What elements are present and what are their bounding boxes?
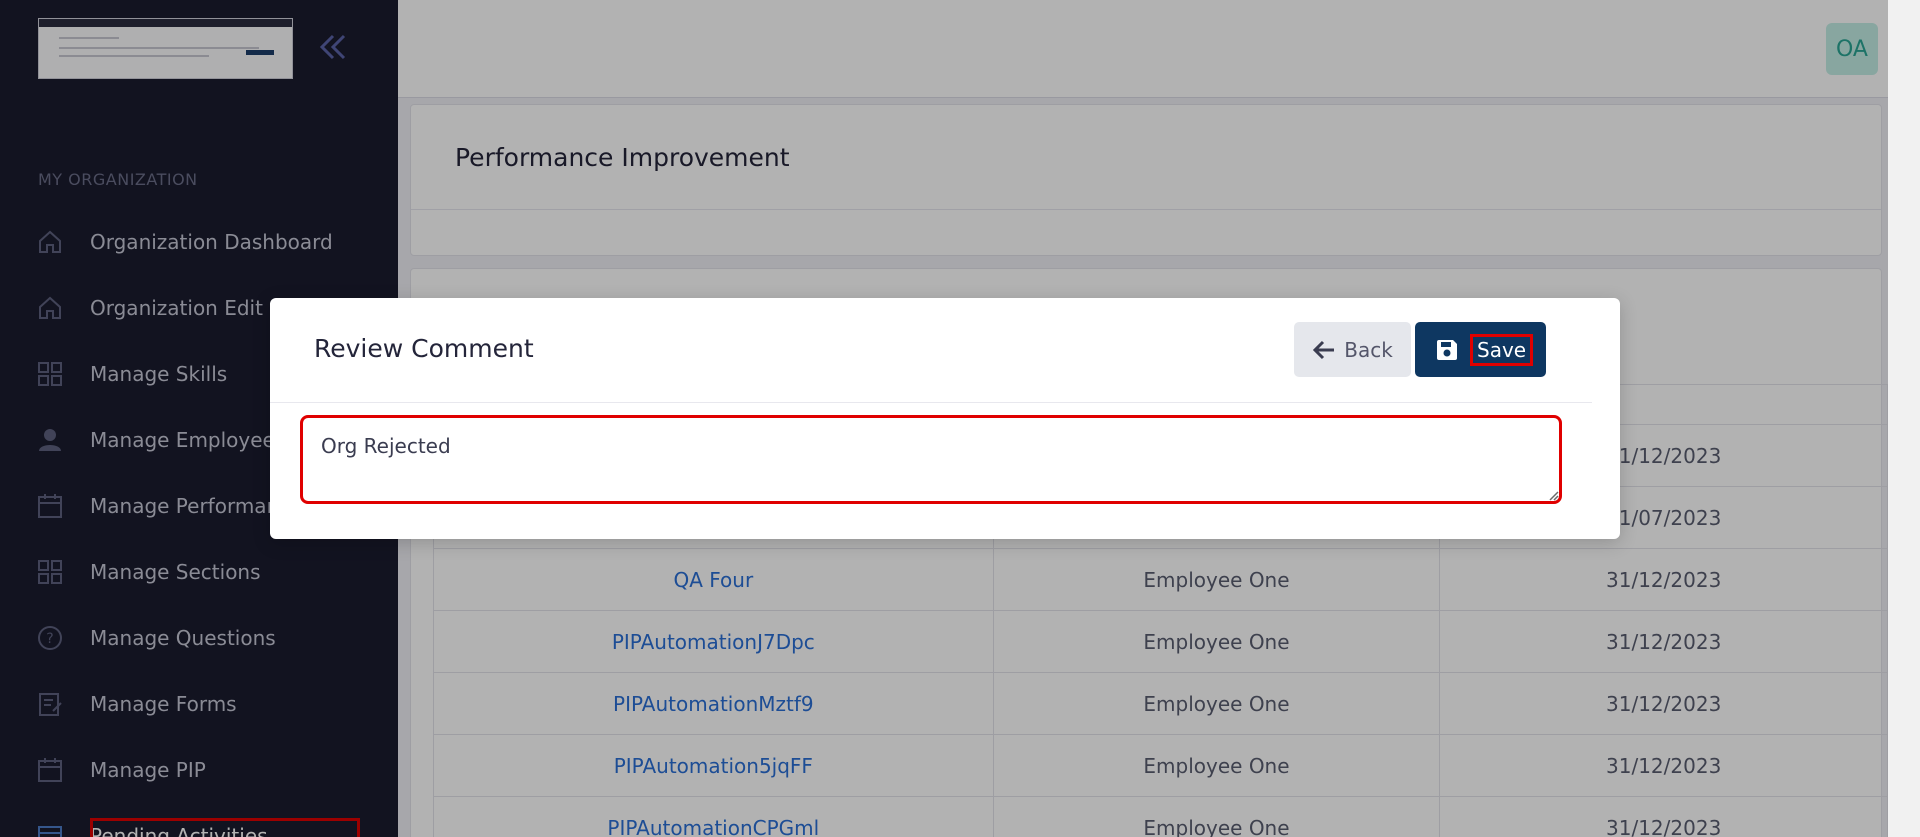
- divider: [270, 402, 1592, 403]
- resize-grip-icon[interactable]: [1547, 486, 1559, 501]
- arrow-left-icon: [1312, 339, 1336, 361]
- back-button[interactable]: Back: [1294, 322, 1411, 377]
- review-comment-modal: Review Comment Back Save: [270, 298, 1620, 539]
- save-icon: [1435, 338, 1459, 362]
- page-scrollbar[interactable]: [1888, 0, 1920, 837]
- back-button-label: Back: [1344, 337, 1393, 362]
- save-button-label: Save: [1470, 333, 1534, 366]
- save-button[interactable]: Save: [1415, 322, 1546, 377]
- modal-title: Review Comment: [314, 334, 534, 363]
- review-comment-textarea[interactable]: [300, 415, 1562, 504]
